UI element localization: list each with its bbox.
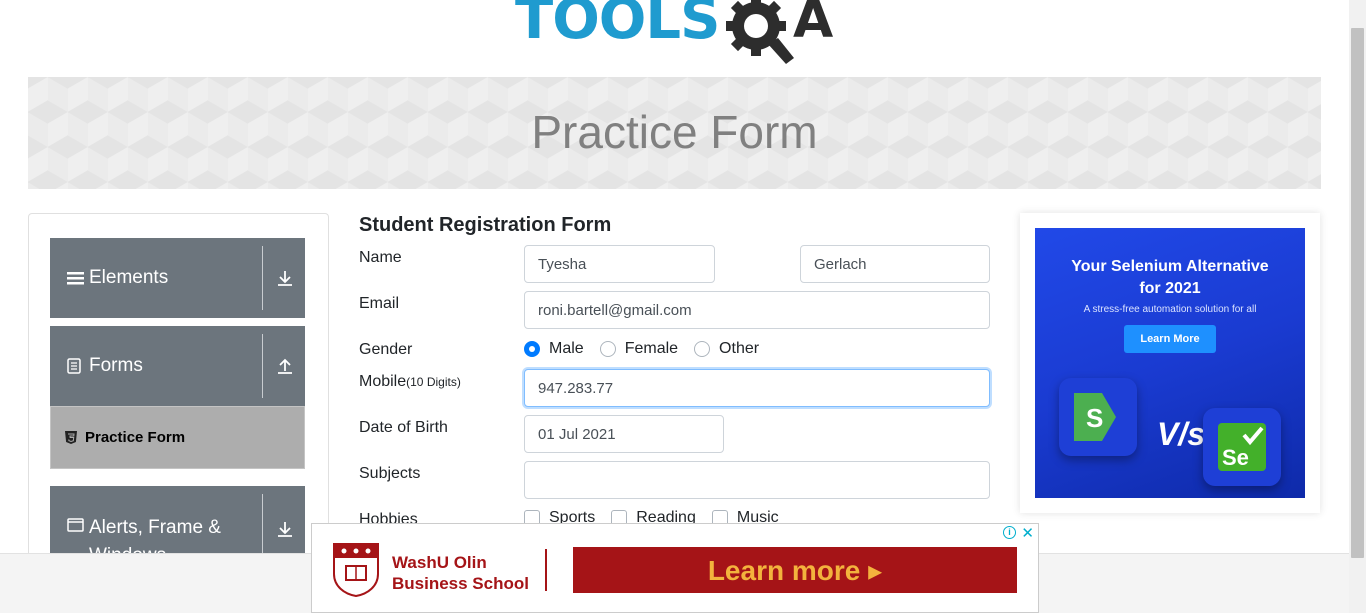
sidebar-group-forms[interactable]: Forms bbox=[50, 326, 305, 406]
upload-icon[interactable] bbox=[276, 357, 294, 375]
document-icon bbox=[67, 358, 85, 374]
selenium-logo-tile: Se bbox=[1203, 408, 1281, 486]
divider bbox=[262, 494, 263, 554]
sidebar-item-label: Practice Form bbox=[85, 429, 186, 446]
logo-text: TOOLS bbox=[515, 0, 720, 52]
ad-wordmark-line1: WashU Olin bbox=[392, 553, 487, 572]
tile-right-text: Se bbox=[1222, 445, 1249, 470]
gender-male-option[interactable]: Male bbox=[524, 340, 584, 358]
selenium-alternative-ad[interactable]: Your Selenium Alternative for 2021 A stre… bbox=[1035, 228, 1305, 498]
radio-button[interactable] bbox=[694, 341, 711, 357]
ad-learn-more-button[interactable]: Learn more ▸ bbox=[573, 547, 1017, 593]
close-icon[interactable]: ✕ bbox=[1021, 524, 1034, 542]
toolsqa-logo[interactable]: TOOLS A bbox=[515, 0, 840, 66]
sidebar-group-label-line1: Alerts, Frame & bbox=[89, 517, 221, 538]
radio-label: Male bbox=[549, 340, 584, 357]
mobile-label-text: Mobile bbox=[359, 373, 407, 390]
window-icon bbox=[67, 518, 85, 532]
sidebar-group-label: Elements bbox=[89, 267, 169, 288]
gender-other-option[interactable]: Other bbox=[694, 340, 759, 358]
subjects-label: Subjects bbox=[359, 465, 421, 482]
radio-label: Female bbox=[624, 340, 679, 357]
selenium-icon: Se bbox=[1218, 423, 1266, 471]
tile-left-text: S bbox=[1086, 403, 1103, 433]
hamburger-icon bbox=[67, 271, 85, 285]
right-ad-container: Your Selenium Alternative for 2021 A stre… bbox=[1020, 213, 1320, 513]
subjects-input[interactable] bbox=[524, 461, 990, 499]
ad-subheadline: A stress-free automation solution for al… bbox=[1083, 304, 1257, 315]
katalon-icon: S bbox=[1074, 393, 1122, 441]
ad-wordmark-line2: Business School bbox=[392, 574, 529, 593]
washu-olin-ad[interactable]: WashU Olin Business School Learn more ▸ i… bbox=[311, 523, 1039, 613]
ad-headline-line1: Your Selenium Alternative bbox=[1071, 258, 1269, 275]
date-of-birth-label: Date of Birth bbox=[359, 419, 448, 436]
name-label: Name bbox=[359, 249, 402, 266]
sidebar-group-elements[interactable]: Elements bbox=[50, 238, 305, 318]
mobile-hint: (10 Digits) bbox=[406, 375, 461, 389]
gear-magnifier-icon bbox=[726, 0, 794, 64]
download-icon[interactable] bbox=[276, 520, 294, 538]
sidebar-item-practice-form[interactable]: Practice Form bbox=[50, 406, 305, 469]
last-name-input[interactable]: Gerlach bbox=[800, 245, 990, 283]
ad-wordmark: WashU Olin Business School bbox=[392, 552, 529, 594]
page: { "header": { "logo_text": "TOOLS", "log… bbox=[0, 0, 1366, 613]
ad-learn-more-button[interactable]: Learn More bbox=[1124, 325, 1216, 353]
scrollbar-thumb[interactable] bbox=[1351, 28, 1364, 558]
ad-headline: Your Selenium Alternative for 2021 bbox=[1035, 256, 1305, 300]
email-input[interactable]: roni.bartell@gmail.com bbox=[524, 291, 990, 329]
mobile-label: Mobile(10 Digits) bbox=[359, 373, 461, 391]
page-banner: Practice Form bbox=[28, 77, 1321, 189]
katalon-logo-tile: S bbox=[1059, 378, 1137, 456]
divider bbox=[545, 549, 547, 591]
radio-button[interactable] bbox=[524, 341, 540, 357]
html5-icon bbox=[65, 431, 77, 444]
radio-label: Other bbox=[719, 340, 760, 357]
washu-shield-icon bbox=[333, 543, 379, 598]
logo-a: A bbox=[793, 0, 834, 50]
mobile-input[interactable]: 947.283.77 bbox=[524, 369, 990, 407]
adchoices-icon[interactable]: i bbox=[1003, 526, 1016, 539]
divider bbox=[262, 334, 263, 398]
radio-button[interactable] bbox=[599, 341, 616, 357]
versus-text: V/s bbox=[1157, 416, 1206, 452]
download-icon[interactable] bbox=[276, 269, 294, 287]
gender-female-option[interactable]: Female bbox=[599, 340, 679, 358]
date-of-birth-input[interactable]: 01 Jul 2021 bbox=[524, 415, 724, 453]
ad-headline-line2: for 2021 bbox=[1139, 280, 1201, 297]
gender-label: Gender bbox=[359, 341, 413, 358]
divider bbox=[262, 246, 263, 310]
page-title: Practice Form bbox=[531, 106, 818, 158]
gender-radio-group: Male Female Other bbox=[524, 340, 775, 358]
email-label: Email bbox=[359, 295, 400, 312]
first-name-input[interactable]: Tyesha bbox=[524, 245, 715, 283]
vertical-scrollbar[interactable] bbox=[1349, 0, 1366, 613]
sidebar-group-label: Forms bbox=[89, 355, 143, 376]
form-title: Student Registration Form bbox=[359, 214, 612, 236]
